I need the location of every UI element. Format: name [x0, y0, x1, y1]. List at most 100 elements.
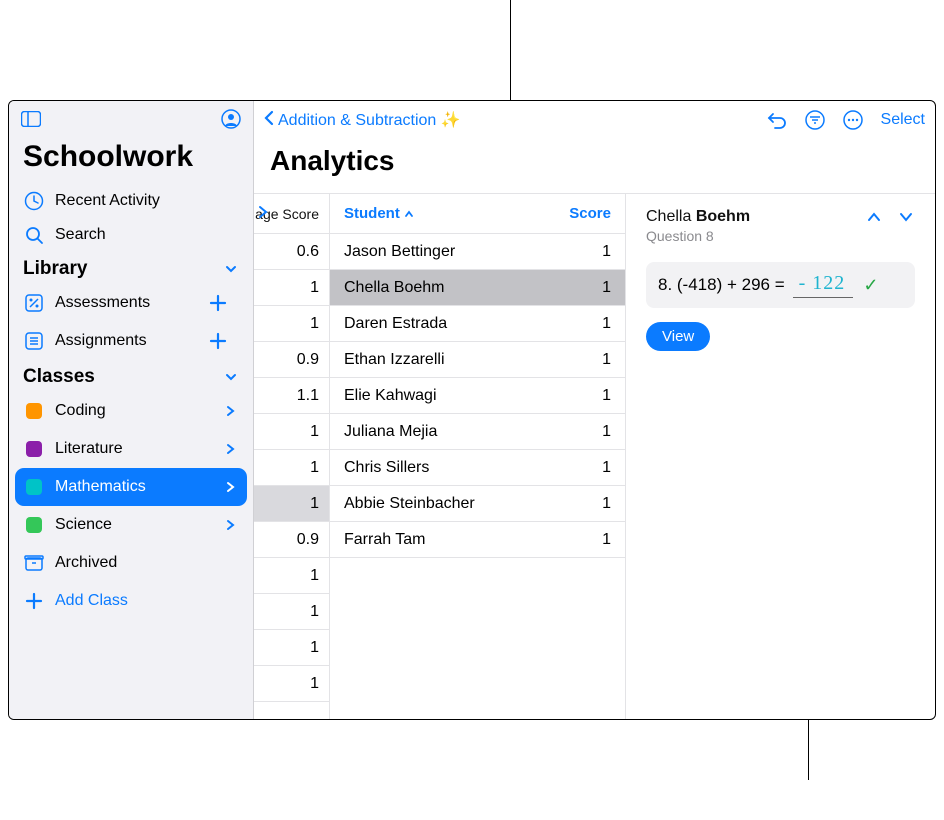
chevron-down-icon — [225, 263, 239, 275]
view-button[interactable]: View — [646, 322, 710, 351]
sidebar-search[interactable]: Search — [9, 218, 253, 252]
question-prompt: 8. (-418) + 296 = — [658, 275, 785, 295]
student-row-name: Ethan Izzarelli — [344, 351, 445, 369]
class-icon — [23, 476, 45, 498]
prev-question-button[interactable] — [865, 208, 883, 226]
sidebar-classes-header[interactable]: Classes — [9, 360, 253, 392]
plus-icon — [23, 590, 45, 612]
filter-icon[interactable] — [805, 110, 825, 130]
score-cell[interactable]: 1.1 — [254, 378, 329, 414]
student-row-score: 1 — [602, 315, 611, 333]
score-sort-button[interactable]: Score — [569, 205, 611, 222]
student-row-score: 1 — [602, 495, 611, 513]
score-cell[interactable]: 1 — [254, 270, 329, 306]
student-column: Student Score Jason Bettinger1Chella Boe… — [330, 194, 626, 719]
student-row-name: Daren Estrada — [344, 315, 447, 333]
sidebar-assessments[interactable]: Assessments — [15, 284, 247, 322]
student-row[interactable]: Daren Estrada 1 — [330, 306, 625, 342]
class-icon — [23, 514, 45, 536]
sidebar-class-science[interactable]: Science — [15, 506, 247, 544]
plus-icon[interactable] — [207, 292, 229, 314]
score-cell[interactable]: 1 — [254, 486, 329, 522]
score-cell[interactable]: 1 — [254, 630, 329, 666]
chevron-right-icon — [225, 481, 239, 493]
score-cell[interactable]: 1 — [254, 306, 329, 342]
score-cell[interactable]: 1 — [254, 594, 329, 630]
student-row[interactable]: Elie Kahwagi 1 — [330, 378, 625, 414]
clock-icon — [23, 190, 45, 212]
archive-icon — [23, 552, 45, 574]
student-name: Chella Boehm — [646, 208, 750, 226]
student-row[interactable]: Abbie Steinbacher 1 — [330, 486, 625, 522]
detail-panel: Chella Boehm Question 8 8. (-418) + 296 — [626, 194, 935, 719]
more-icon[interactable] — [843, 110, 863, 130]
score-cell[interactable]: 1 — [254, 666, 329, 702]
score-column: age Score 0.6110.91.11110.91111 — [254, 194, 330, 719]
student-row[interactable]: Jason Bettinger1 — [330, 234, 625, 270]
plus-icon[interactable] — [207, 330, 229, 352]
topbar: Addition & Subtraction ✨ Select — [254, 101, 935, 139]
sidebar: Schoolwork Recent Activity Search Librar… — [9, 101, 254, 719]
student-row[interactable]: Ethan Izzarelli 1 — [330, 342, 625, 378]
sidebar-assignments[interactable]: Assignments — [15, 322, 247, 360]
undo-icon[interactable] — [767, 110, 787, 130]
student-row-name: Farrah Tam — [344, 531, 426, 549]
sidebar-class-coding[interactable]: Coding — [15, 392, 247, 430]
list-icon — [23, 330, 45, 352]
sidebar-class-mathematics[interactable]: Mathematics — [15, 468, 247, 506]
student-row-score: 1 — [602, 459, 611, 477]
chevron-right-icon[interactable] — [258, 205, 268, 222]
sidebar-library-header[interactable]: Library — [9, 252, 253, 284]
student-row-name: Chris Sillers — [344, 459, 429, 477]
student-row-score: 1 — [602, 279, 611, 297]
student-row-name: Juliana Mejia — [344, 423, 437, 441]
student-row[interactable]: Farrah Tam1 — [330, 522, 625, 558]
question-label: Question 8 — [646, 228, 750, 244]
student-sort-button[interactable]: Student — [344, 205, 414, 222]
correct-check-icon: ✓ — [863, 275, 878, 296]
sidebar-recent-activity[interactable]: Recent Activity — [9, 184, 253, 218]
student-answer: - 122 — [793, 272, 854, 298]
score-cell[interactable]: 0.6 — [254, 234, 329, 270]
sidebar-add-class[interactable]: Add Class — [15, 582, 247, 620]
class-label: Literature — [55, 440, 123, 458]
app-title: Schoolwork — [9, 138, 253, 184]
sidebar-class-literature[interactable]: Literature — [15, 430, 247, 468]
score-cell[interactable]: 0.9 — [254, 522, 329, 558]
back-button[interactable]: Addition & Subtraction ✨ — [264, 110, 461, 131]
student-row-score: 1 — [602, 387, 611, 405]
student-row-score: 1 — [602, 351, 611, 369]
chevron-right-icon — [225, 519, 239, 531]
sidebar-archived[interactable]: Archived — [15, 544, 247, 582]
sidebar-recent-label: Recent Activity — [55, 192, 160, 210]
student-row-name: Elie Kahwagi — [344, 387, 437, 405]
sort-asc-icon — [404, 209, 414, 219]
student-row-name: Chella Boehm — [344, 279, 445, 297]
sidebar-toggle-icon[interactable] — [21, 111, 41, 132]
sidebar-search-label: Search — [55, 226, 106, 244]
class-label: Coding — [55, 402, 106, 420]
chevron-left-icon — [264, 110, 274, 131]
class-label: Mathematics — [55, 478, 146, 496]
account-icon[interactable] — [221, 109, 241, 134]
next-question-button[interactable] — [897, 208, 915, 226]
class-icon — [23, 438, 45, 460]
chevron-right-icon — [225, 443, 239, 455]
chevron-down-icon — [225, 371, 239, 383]
class-label: Science — [55, 516, 112, 534]
class-icon — [23, 400, 45, 422]
student-row-name: Abbie Steinbacher — [344, 495, 475, 513]
answer-box: 8. (-418) + 296 = - 122 ✓ — [646, 262, 915, 308]
score-cell[interactable]: 1 — [254, 450, 329, 486]
student-row[interactable]: Juliana Mejia 1 — [330, 414, 625, 450]
score-cell[interactable]: 1 — [254, 414, 329, 450]
chevron-right-icon — [225, 405, 239, 417]
page-title: Analytics — [254, 139, 935, 193]
score-cell[interactable]: 0.9 — [254, 342, 329, 378]
score-cell[interactable]: 1 — [254, 558, 329, 594]
student-row-score: 1 — [602, 423, 611, 441]
back-label: Addition & Subtraction ✨ — [278, 110, 461, 130]
student-row[interactable]: Chris Sillers 1 — [330, 450, 625, 486]
student-row[interactable]: Chella Boehm 1 — [330, 270, 625, 306]
select-button[interactable]: Select — [881, 111, 925, 129]
